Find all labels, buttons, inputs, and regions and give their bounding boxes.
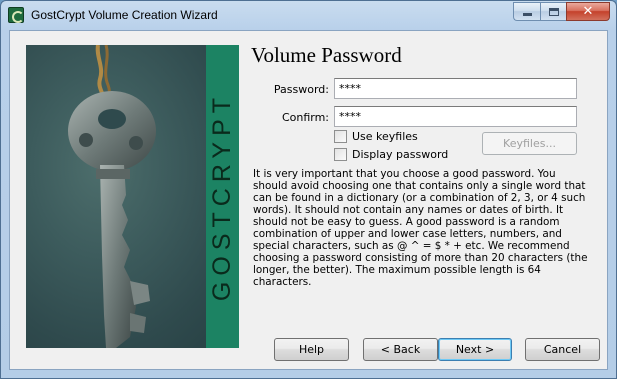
use-keyfiles-label: Use keyfiles — [352, 130, 418, 143]
wizard-client-area: GOSTCRYPT Volume Password Password: Conf… — [9, 30, 608, 370]
next-button[interactable]: Next > — [438, 338, 512, 361]
wizard-window: GostCrypt Volume Creation Wizard ✕ GOSTC… — [0, 0, 617, 379]
minimize-button[interactable] — [513, 2, 540, 21]
brand-strip: GOSTCRYPT — [206, 45, 239, 348]
minimize-icon — [522, 13, 532, 16]
display-password-checkbox[interactable]: Display password — [334, 148, 448, 161]
use-keyfiles-checkbox[interactable]: Use keyfiles — [334, 130, 418, 143]
maximize-button[interactable] — [540, 2, 566, 21]
use-keyfiles-box[interactable] — [334, 130, 347, 143]
wizard-side-image: GOSTCRYPT — [26, 45, 239, 348]
brand-text: GOSTCRYPT — [208, 91, 236, 302]
keyfiles-button[interactable]: Keyfiles... — [482, 132, 577, 155]
close-icon: ✕ — [582, 4, 594, 19]
window-controls: ✕ — [513, 2, 610, 21]
back-button[interactable]: < Back — [363, 338, 438, 361]
help-button[interactable]: Help — [274, 338, 349, 361]
password-label: Password: — [273, 83, 329, 96]
key-illustration-icon — [68, 45, 156, 348]
close-button[interactable]: ✕ — [566, 2, 610, 21]
password-input[interactable] — [334, 78, 577, 99]
password-guidance-text: It is very important that you choose a g… — [253, 168, 588, 288]
cancel-button[interactable]: Cancel — [525, 338, 600, 361]
page-title: Volume Password — [251, 43, 402, 67]
display-password-box[interactable] — [334, 148, 347, 161]
confirm-input[interactable] — [334, 106, 577, 127]
window-title: GostCrypt Volume Creation Wizard — [31, 8, 218, 22]
display-password-label: Display password — [352, 148, 449, 161]
confirm-label: Confirm: — [281, 111, 329, 124]
gostcrypt-app-icon — [8, 7, 24, 23]
maximize-icon — [548, 7, 559, 16]
title-bar[interactable]: GostCrypt Volume Creation Wizard ✕ — [1, 1, 616, 30]
